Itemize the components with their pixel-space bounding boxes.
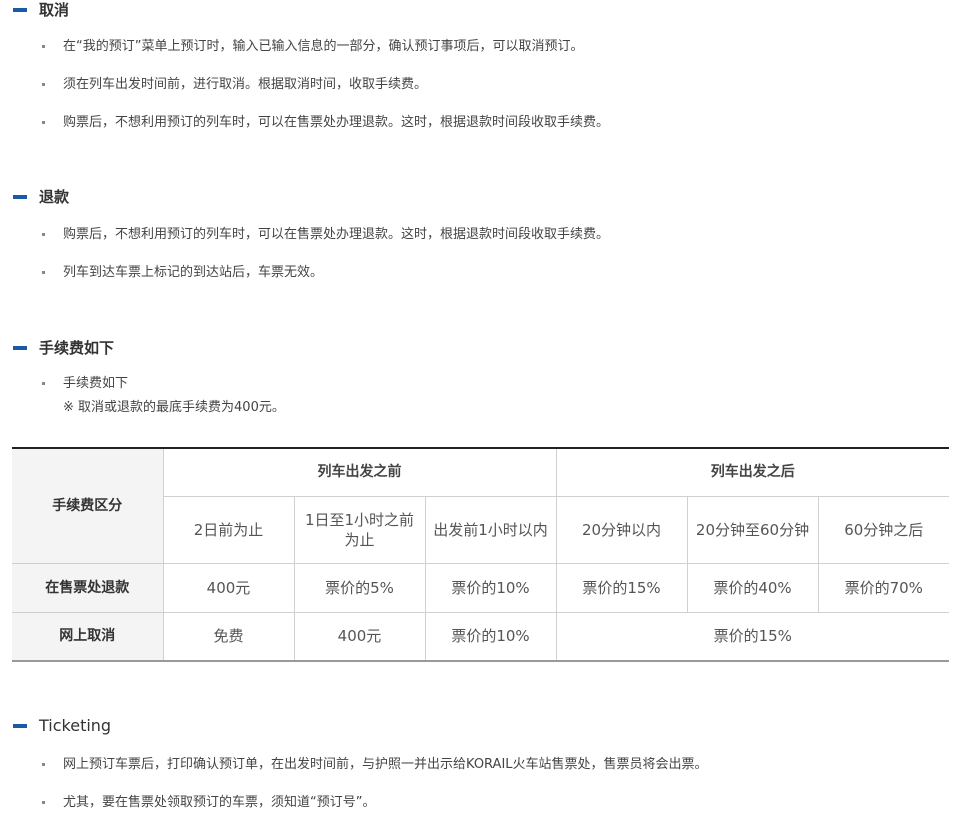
period-header: 出发前1小时以内 [424, 495, 557, 564]
row-header: 网上取消 [12, 611, 164, 662]
table-cell: 票价的15% [555, 562, 688, 613]
heading-bar-icon [13, 346, 27, 350]
list-item: 手续费如下 [0, 375, 962, 393]
heading-bar-icon [13, 724, 27, 728]
fees-title: 手续费如下 [39, 339, 115, 357]
refund-section: 退款 购票后，不想利用预订的列车时，可以在售票处办理退款。这时，根据退款时间段收… [0, 187, 962, 282]
list-item: 须在列车出发时间前，进行取消。根据取消时间，收取手续费。 [0, 76, 962, 114]
cancel-section: 取消 在“我的预订”菜单上预订时，输入已输入信息的一部分，确认预订事项后，可以取… [0, 0, 962, 132]
period-header: 1日至1小时之前为止 [293, 495, 426, 564]
ticketing-list: 网上预订车票后，打印确认预订单，在出发时间前，与护照一并出示给KORAIL火车站… [0, 756, 962, 812]
heading-bar-icon [13, 195, 27, 199]
table-cell: 400元 [293, 611, 426, 662]
table-cell: 票价的5% [293, 562, 426, 613]
period-header: 60分钟之后 [817, 495, 950, 564]
bullet-icon [42, 45, 45, 48]
list-item: 网上预订车票后，打印确认预订单，在出发时间前，与护照一并出示给KORAIL火车站… [0, 756, 962, 794]
table-cell: 票价的10% [424, 611, 557, 662]
bullet-icon [42, 382, 45, 385]
table-cell: 票价的40% [686, 562, 819, 613]
bullet-icon [42, 271, 45, 274]
ticketing-title: Ticketing [39, 716, 112, 735]
min-fee-note: ※ 取消或退款的最底手续费为400元。 [63, 400, 285, 415]
period-header: 2日前为止 [163, 495, 295, 564]
period-header: 20分钟以内 [555, 495, 688, 564]
ticketing-heading: Ticketing [0, 716, 962, 738]
before-departure-header: 列车出发之前 [162, 447, 557, 497]
row-header: 在售票处退款 [12, 562, 164, 613]
table-cell: 免费 [162, 611, 295, 662]
bullet-icon [42, 83, 45, 86]
fee-table: 手续费区分 列车出发之前 列车出发之后 2日前为止 1日至1小时之前为止 出发前… [12, 447, 950, 662]
table-cell: 400元 [162, 562, 295, 613]
refund-list: 购票后，不想利用预订的列车时，可以在售票处办理退款。这时，根据退款时间段收取手续… [0, 226, 962, 282]
bullet-icon [42, 121, 45, 124]
table-row: 网上取消 免费 400元 票价的10% 票价的15% [12, 611, 950, 662]
fees-heading: 手续费如下 [0, 338, 962, 360]
cancel-list: 在“我的预订”菜单上预订时，输入已输入信息的一部分，确认预订事项后，可以取消预订… [0, 38, 962, 132]
list-item: 在“我的预订”菜单上预订时，输入已输入信息的一部分，确认预订事项后，可以取消预订… [0, 38, 962, 76]
table-cell: 票价的10% [424, 562, 557, 613]
refund-title: 退款 [39, 188, 70, 206]
cancel-title: 取消 [39, 1, 70, 19]
ticketing-section: Ticketing 网上预订车票后，打印确认预订单，在出发时间前，与护照一并出示… [0, 716, 962, 812]
after-departure-header: 列车出发之后 [555, 447, 950, 497]
bullet-icon [42, 801, 45, 804]
list-item: 尤其，要在售票处领取预订的车票，须知道“预订号”。 [0, 794, 962, 812]
bullet-icon [42, 763, 45, 766]
refund-heading: 退款 [0, 187, 962, 209]
list-item: 列车到达车票上标记的到达站后，车票无效。 [0, 264, 962, 282]
period-header: 20分钟至60分钟 [686, 495, 819, 564]
fees-section: 手续费如下 手续费如下 ※ 取消或退款的最底手续费为400元。 [0, 338, 962, 417]
list-item: 购票后，不想利用预订的列车时，可以在售票处办理退款。这时，根据退款时间段收取手续… [0, 114, 962, 132]
table-cell: 票价的70% [817, 562, 950, 613]
list-item: 购票后，不想利用预订的列车时，可以在售票处办理退款。这时，根据退款时间段收取手续… [0, 226, 962, 264]
table-row: 在售票处退款 400元 票价的5% 票价的10% 票价的15% 票价的40% 票… [12, 562, 950, 613]
cancel-heading: 取消 [0, 0, 962, 22]
heading-bar-icon [13, 8, 27, 12]
corner-header: 手续费区分 [12, 447, 164, 564]
fees-list: 手续费如下 [0, 375, 962, 393]
table-cell: 票价的15% [555, 611, 950, 662]
bullet-icon [42, 233, 45, 236]
